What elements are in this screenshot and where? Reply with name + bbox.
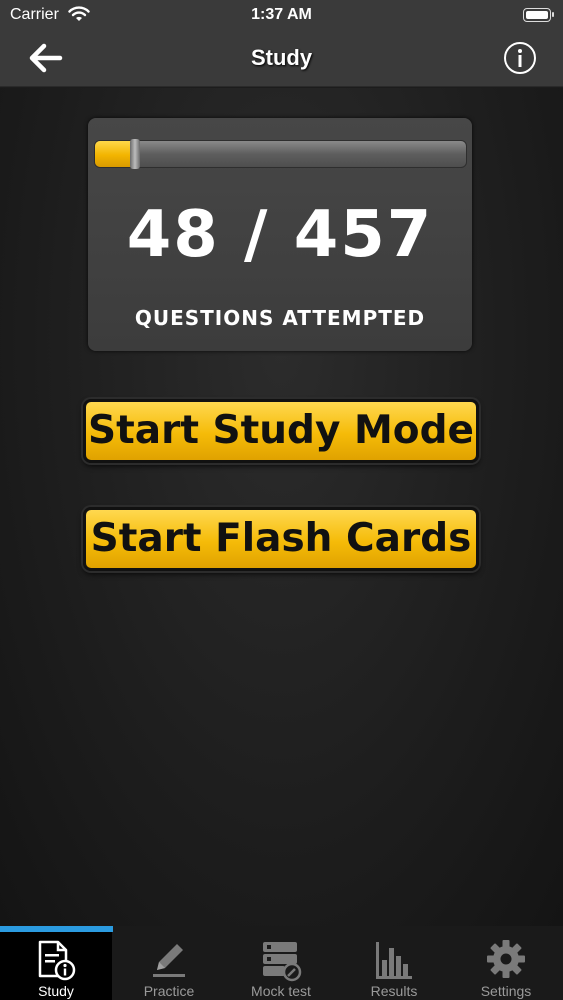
battery-icon [523, 8, 554, 22]
tab-settings[interactable]: Settings [450, 932, 562, 1000]
progress-card: 48 / 457 QUESTIONS ATTEMPTED [88, 118, 472, 351]
questions-count: 48 / 457 [126, 198, 434, 272]
gear-icon [487, 940, 525, 978]
pencil-icon [153, 944, 185, 977]
progress-thumb [129, 139, 140, 169]
progress-fill [95, 141, 134, 167]
tab-study-label: Study [38, 983, 74, 999]
tab-mock-test[interactable]: Mock test [225, 932, 337, 1000]
progress-bar [94, 139, 467, 169]
clock: 1:37 AM [251, 6, 312, 23]
tab-practice[interactable]: Practice [113, 932, 225, 1000]
tab-results[interactable]: Results [338, 932, 450, 1000]
status-bar: Carrier 1:37 AM [0, 0, 563, 30]
tab-bar: Study Practice Mock test Results Setting… [0, 926, 563, 1000]
tab-mock-test-label: Mock test [251, 983, 311, 999]
main-content: 48 / 457 QUESTIONS ATTEMPTED Start Study… [0, 88, 563, 930]
page-title: Study [250, 45, 313, 70]
mock-test-icon [263, 942, 302, 982]
tab-results-label: Results [370, 983, 418, 999]
tab-study[interactable]: Study [0, 932, 112, 1000]
tab-settings-label: Settings [480, 983, 532, 999]
study-document-icon [38, 940, 76, 981]
navigation-bar: Study [0, 30, 563, 87]
start-flash-cards-button[interactable]: Start Flash Cards [83, 507, 479, 571]
info-icon[interactable] [503, 41, 537, 75]
questions-attempted-label: QUESTIONS ATTEMPTED [134, 306, 426, 330]
tab-practice-label: Practice [143, 983, 195, 999]
start-study-mode-button[interactable]: Start Study Mode [83, 399, 479, 463]
bar-chart-icon [376, 942, 412, 979]
active-tab-indicator [0, 926, 113, 932]
